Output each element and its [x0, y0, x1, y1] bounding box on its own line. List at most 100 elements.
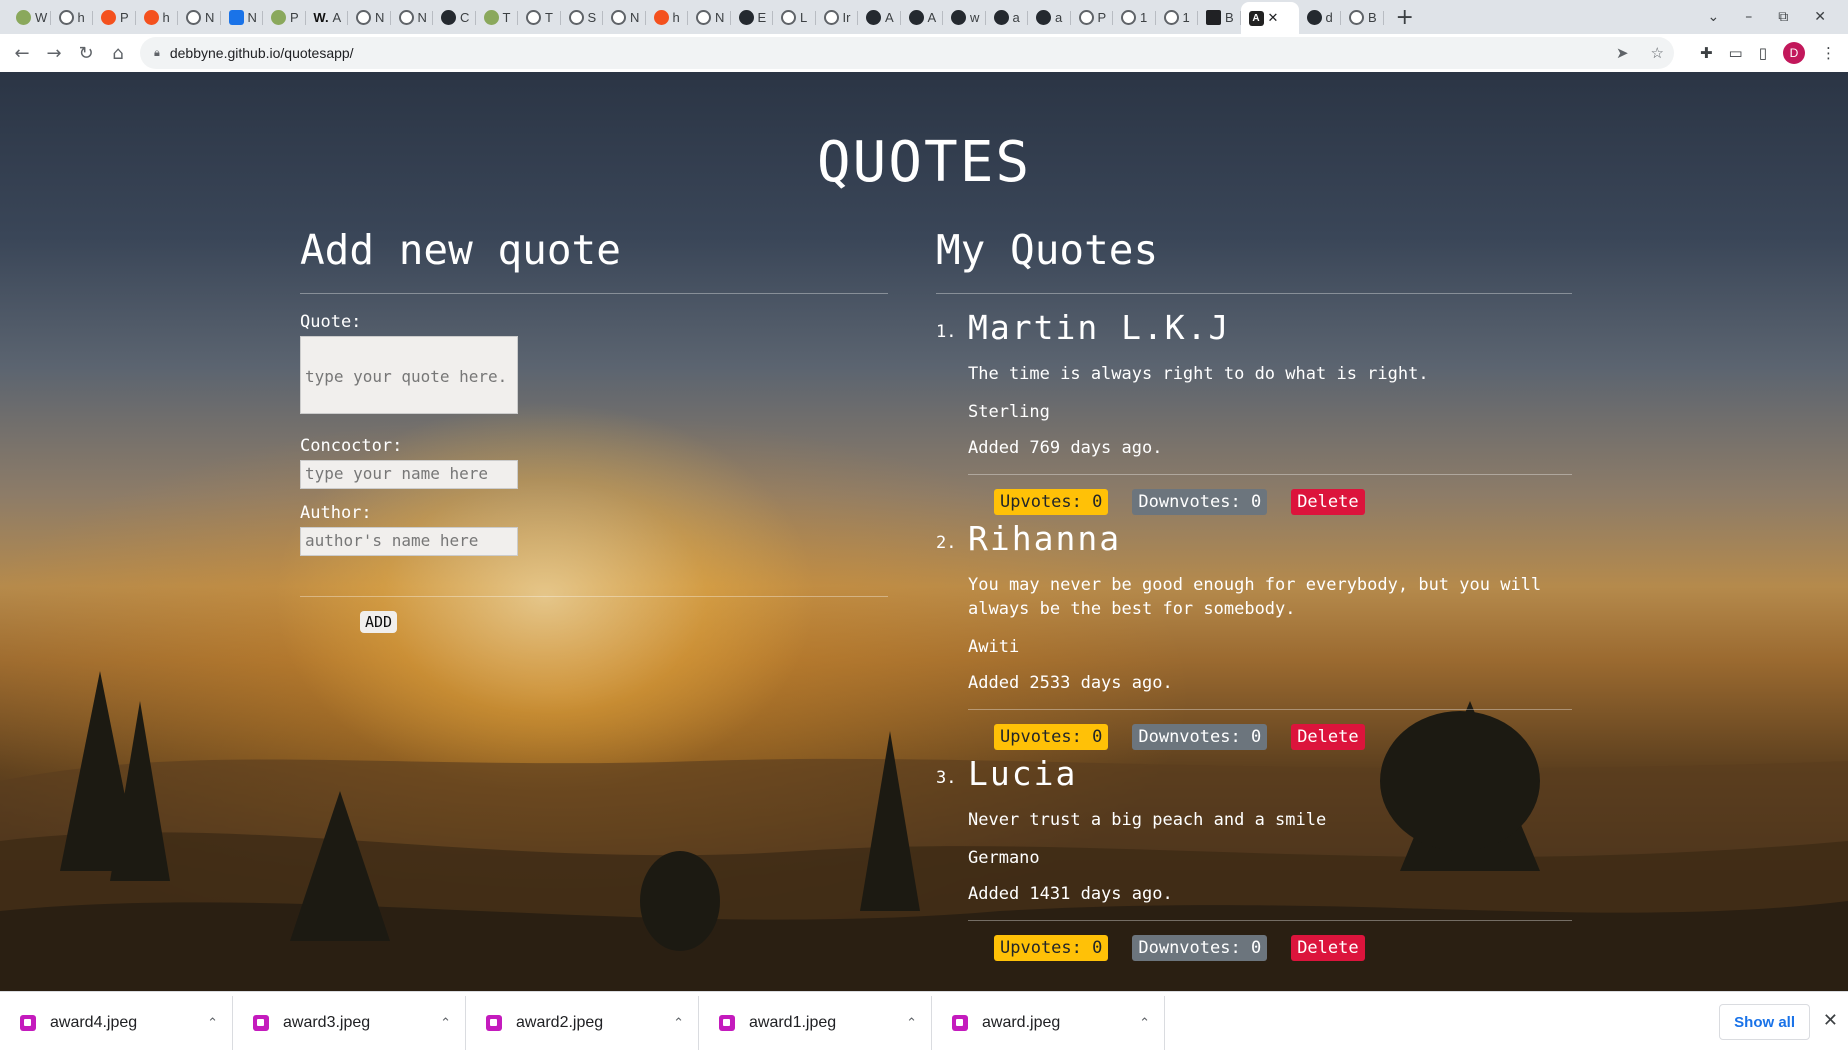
tab-6[interactable]: P	[263, 3, 306, 31]
chevron-up-icon[interactable]: ⌃	[440, 1015, 451, 1031]
download-item[interactable]: award4.jpeg ⌃	[0, 995, 233, 1050]
tab-5[interactable]: N	[221, 3, 264, 31]
tab-12[interactable]: T	[518, 3, 561, 31]
tab-20[interactable]: A	[858, 3, 901, 31]
delete-button[interactable]: Delete	[1291, 935, 1365, 961]
downvote-button[interactable]: Downvotes: 0	[1132, 489, 1268, 515]
bag-icon	[1206, 9, 1221, 25]
tab-1[interactable]: h	[51, 3, 94, 31]
globe-icon	[696, 9, 711, 25]
tab-2[interactable]: P	[93, 3, 136, 31]
quote-number: 2.	[936, 533, 957, 553]
lock-icon[interactable]: 🔒︎	[154, 47, 160, 60]
tab-after-1[interactable]: B	[1341, 3, 1384, 31]
tab-13[interactable]: S	[561, 3, 604, 31]
tab-17[interactable]: E	[731, 3, 774, 31]
delete-button[interactable]: Delete	[1291, 489, 1365, 515]
tab-10[interactable]: C	[433, 3, 476, 31]
tab-title: h	[162, 9, 170, 25]
globe-icon	[568, 9, 584, 25]
tab-4[interactable]: N	[178, 3, 221, 31]
orange-icon	[101, 9, 116, 25]
add-button[interactable]: ADD	[360, 611, 398, 633]
globe-icon	[398, 9, 414, 25]
chevron-up-icon[interactable]: ⌃	[906, 1015, 917, 1031]
restore-icon[interactable]: ⧉	[1778, 9, 1788, 25]
home-icon[interactable]: ⌂	[102, 37, 134, 69]
download-item[interactable]: award1.jpeg ⌃	[699, 995, 932, 1050]
toolbar-actions: ✚ ▭ ▯ D ⋮	[1700, 34, 1836, 72]
tab-21[interactable]: A	[901, 3, 944, 31]
tab-22[interactable]: w	[943, 3, 986, 31]
tab-16[interactable]: N	[688, 3, 731, 31]
bookmark-star-icon[interactable]: ☆	[1651, 44, 1664, 62]
quote-author: Lucia	[968, 754, 1078, 793]
avatar[interactable]: D	[1783, 42, 1805, 64]
tab-active[interactable]: A ✕	[1240, 2, 1299, 34]
author-input[interactable]: author's name here	[300, 527, 518, 556]
quotes-list: My Quotes 1. Martin L.K.J The time is al…	[936, 222, 1572, 961]
page-title: QUOTES	[816, 130, 1032, 195]
close-shelf-icon[interactable]: ✕	[1823, 1010, 1838, 1031]
back-icon[interactable]: ←	[6, 37, 38, 69]
minimize-icon[interactable]: –	[1745, 9, 1752, 25]
tab-28[interactable]: B	[1198, 3, 1241, 31]
download-item[interactable]: award2.jpeg ⌃	[466, 995, 699, 1050]
download-item[interactable]: award.jpeg ⌃	[932, 995, 1165, 1050]
quote-text: You may never be good enough for everybo…	[968, 575, 1542, 619]
show-all-button[interactable]: Show all	[1719, 1004, 1810, 1040]
image-file-icon	[486, 1014, 502, 1031]
github-icon	[908, 9, 924, 25]
tab-8[interactable]: N	[348, 3, 391, 31]
upvote-button[interactable]: Upvotes: 0	[994, 489, 1109, 515]
upvote-button[interactable]: Upvotes: 0	[994, 724, 1109, 750]
tab-title: h	[672, 9, 680, 25]
quote-text: The time is always right to do what is r…	[968, 364, 1429, 384]
tab-27[interactable]: 1	[1156, 3, 1199, 31]
tab-9[interactable]: N	[391, 3, 434, 31]
quote-textarea[interactable]: type your quote here.	[300, 336, 518, 414]
tab-7[interactable]: W. A	[306, 3, 349, 31]
tab-11[interactable]: T	[476, 3, 519, 31]
upvote-button[interactable]: Upvotes: 0	[994, 935, 1109, 961]
tab-after-0[interactable]: d	[1299, 3, 1342, 31]
downvote-button[interactable]: Downvotes: 0	[1132, 724, 1268, 750]
tab-search-icon[interactable]: ⌄	[1708, 9, 1720, 25]
tab-18[interactable]: L	[773, 3, 816, 31]
tab-14[interactable]: N	[603, 3, 646, 31]
address-bar[interactable]: 🔒︎ debbyne.github.io/quotesapp/ ➤ ☆	[140, 37, 1674, 69]
menu-icon[interactable]: ⋮	[1821, 44, 1836, 62]
send-icon[interactable]: ➤	[1616, 44, 1629, 62]
tab-list-after: dB	[1299, 3, 1384, 31]
vote-controls: Upvotes: 0 Downvotes: 0 Delete	[994, 724, 1572, 750]
globe-icon	[1121, 9, 1136, 25]
delete-button[interactable]: Delete	[1291, 724, 1365, 750]
tab-25[interactable]: P	[1071, 3, 1114, 31]
tab-3[interactable]: h	[136, 3, 179, 31]
tab-19[interactable]: Ir	[816, 3, 859, 31]
github-icon	[951, 9, 966, 25]
page-viewport: QUOTES Add new quote Quote: type your qu…	[0, 72, 1848, 991]
concoctor-input[interactable]: type your name here	[300, 460, 518, 489]
download-item[interactable]: award3.jpeg ⌃	[233, 995, 466, 1050]
close-window-icon[interactable]: ✕	[1814, 9, 1826, 25]
forward-icon[interactable]: →	[38, 37, 70, 69]
close-tab-icon[interactable]: ✕	[1268, 10, 1279, 26]
quote-concoctor: Awiti	[968, 637, 1020, 657]
side-panel-icon[interactable]: ▯	[1759, 44, 1767, 62]
chevron-up-icon[interactable]: ⌃	[1139, 1015, 1150, 1031]
tab-0[interactable]: W	[8, 3, 51, 31]
chevron-up-icon[interactable]: ⌃	[207, 1015, 218, 1031]
github-icon	[738, 9, 754, 25]
new-tab-icon[interactable]: +	[1396, 5, 1414, 30]
tab-24[interactable]: a	[1028, 3, 1071, 31]
chevron-up-icon[interactable]: ⌃	[673, 1015, 684, 1031]
downvote-button[interactable]: Downvotes: 0	[1132, 935, 1268, 961]
extensions-icon[interactable]: ✚	[1700, 44, 1713, 62]
tab-26[interactable]: 1	[1113, 3, 1156, 31]
tab-title: d	[1325, 9, 1333, 25]
reload-icon[interactable]: ↻	[70, 37, 102, 69]
tab-15[interactable]: h	[646, 3, 689, 31]
cast-icon[interactable]: ▭	[1729, 44, 1743, 62]
tab-23[interactable]: a	[986, 3, 1029, 31]
